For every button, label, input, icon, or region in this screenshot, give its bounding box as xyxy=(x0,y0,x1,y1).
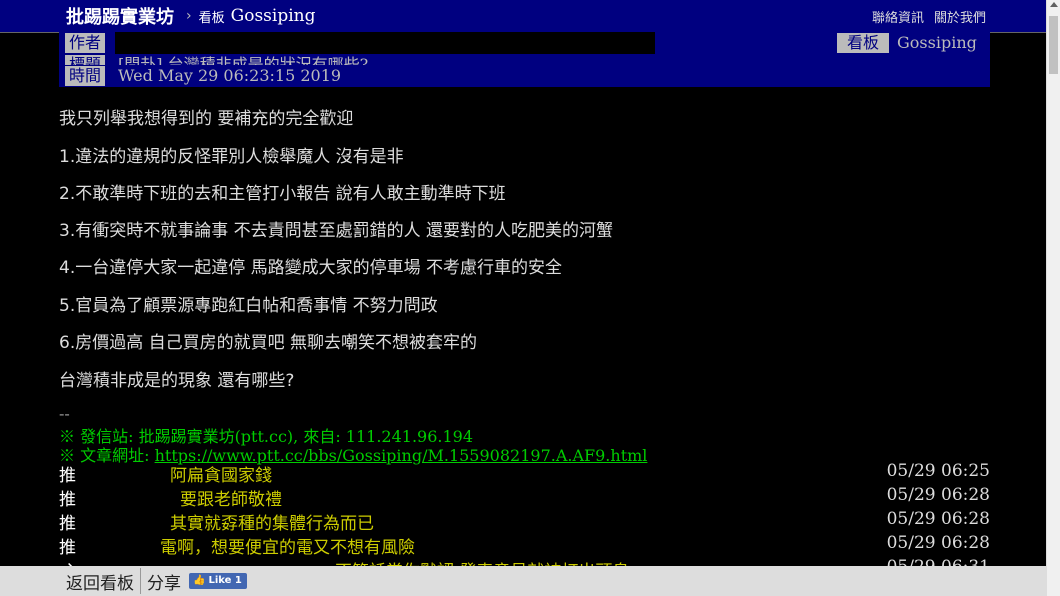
push-row: 推 其實就孬種的集體行為而已 05/29 06:28 xyxy=(59,509,990,534)
content-line: 4.一台違停大家一起違停 馬路變成大家的停車場 不考慮行車的安全 xyxy=(59,258,563,278)
content-line: 1.違法的違規的反怪罪別人檢舉魔人 沒有是非 xyxy=(59,147,404,167)
breadcrumb-board-link[interactable]: Gossiping xyxy=(231,6,316,26)
content-line: 2.不敢準時下班的去和主管打小報告 說有人敢主動準時下班 xyxy=(59,184,506,204)
push-content: 其實就孬種的集體行為而已 xyxy=(170,514,374,534)
push-time: 05/29 06:28 xyxy=(886,485,990,505)
top-navigation-bar: 批踢踢實業坊 › 看板 Gossiping 聯絡資訊 關於我們 xyxy=(0,0,1047,33)
facebook-like-button[interactable]: 👍 Like 1 xyxy=(189,573,247,589)
content-line: 5.官員為了顧票源專跑紅白帖和喬事情 不努力問政 xyxy=(59,296,438,316)
author-redaction xyxy=(115,32,655,54)
top-links: 聯絡資訊 關於我們 xyxy=(872,0,986,32)
push-tag: 推 xyxy=(59,466,76,486)
about-link[interactable]: 關於我們 xyxy=(934,7,986,26)
push-time: 05/29 06:25 xyxy=(886,461,990,481)
push-row: 推 要跟老師敬禮 05/29 06:28 xyxy=(59,485,990,510)
author-label: 作者 xyxy=(65,33,105,53)
push-content: 阿扁貪國家錢 xyxy=(170,466,272,486)
content-line: 3.有衝突時不就事論事 不去責問甚至處罰錯的人 還要對的人吃肥美的河蟹 xyxy=(59,221,614,241)
facebook-like-label: Like 1 xyxy=(208,575,242,586)
push-row: 推 阿扁貪國家錢 05/29 06:25 xyxy=(59,461,990,486)
push-time: 05/29 06:28 xyxy=(886,509,990,529)
content-line: 台灣積非成是的現象 還有哪些? xyxy=(59,371,295,391)
push-tag: 推 xyxy=(59,514,76,534)
signature-dash: -- xyxy=(59,404,70,423)
meta-board-label: 看板 xyxy=(837,33,889,53)
thumbs-up-icon: 👍 xyxy=(193,575,206,586)
site-brand-link[interactable]: 批踢踢實業坊 xyxy=(66,3,174,29)
time-value: Wed May 29 06:23:15 2019 xyxy=(118,66,342,85)
time-label: 時間 xyxy=(65,66,105,86)
breadcrumb-separator: › xyxy=(186,8,192,24)
push-time: 05/29 06:28 xyxy=(886,533,990,553)
meta-board-value: Gossiping xyxy=(897,33,977,52)
back-to-board-button[interactable]: 返回看板 xyxy=(66,569,134,594)
push-row: 推 電啊，想要便宜的電又不想有風險 05/29 06:28 xyxy=(59,533,990,558)
arrow-up-icon[interactable] xyxy=(1050,2,1058,7)
push-tag: 推 xyxy=(59,490,76,510)
meta-row-author: 作者 看板 Gossiping xyxy=(59,32,990,54)
breadcrumb-board-label: 看板 xyxy=(198,10,225,26)
content-line: 6.房價過高 自己買房的就買吧 無聊去嘲笑不想被套牢的 xyxy=(59,333,478,353)
bottom-divider xyxy=(140,568,141,594)
bottom-action-bar: 返回看板 分享 👍 Like 1 xyxy=(0,566,1047,596)
push-tag: 推 xyxy=(59,538,76,558)
contact-link[interactable]: 聯絡資訊 xyxy=(872,7,924,26)
push-content: 電啊，想要便宜的電又不想有風險 xyxy=(160,538,415,558)
scrollbar-thumb[interactable] xyxy=(1049,16,1058,74)
push-content: 要跟老師敬禮 xyxy=(180,490,282,510)
page-scrollbar[interactable] xyxy=(1046,0,1060,596)
meta-row-time: 時間 Wed May 29 06:23:15 2019 xyxy=(59,65,990,87)
share-label: 分享 xyxy=(147,573,181,594)
content-line: 我只列舉我想得到的 要補充的完全歡迎 xyxy=(59,109,354,129)
